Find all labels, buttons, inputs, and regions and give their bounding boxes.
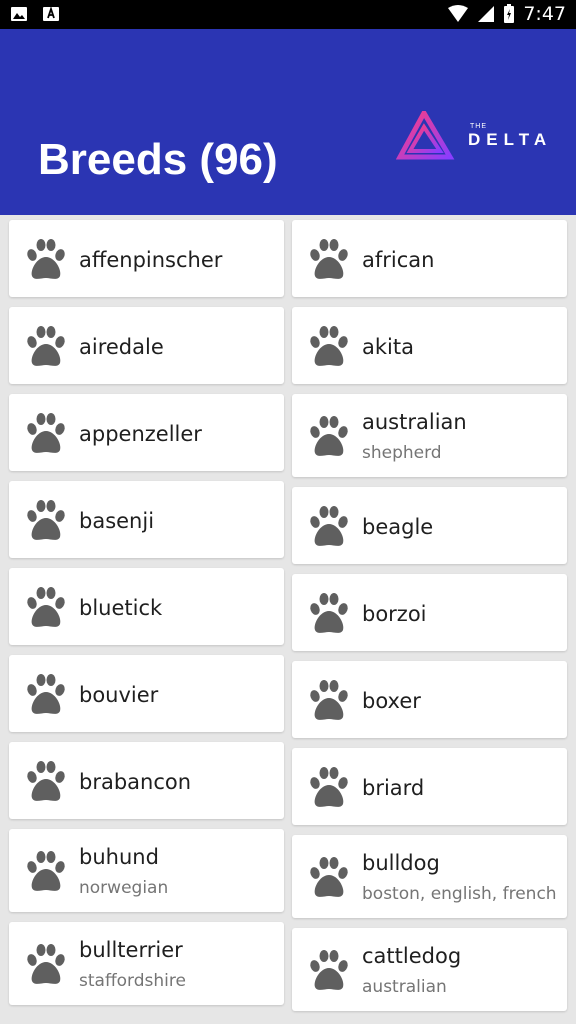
clock: 7:47	[523, 3, 566, 25]
paw-icon	[306, 947, 352, 993]
breed-card[interactable]: bulldog boston, english, french	[292, 835, 567, 918]
breed-card[interactable]: brabancon	[9, 742, 284, 819]
breed-sub-breeds: norwegian	[79, 878, 169, 898]
logo-small-text: THE	[470, 123, 487, 130]
breed-name: briard	[362, 775, 425, 800]
status-bar: 7:47	[0, 0, 576, 29]
breed-card[interactable]: affenpinscher	[9, 220, 284, 297]
breed-card[interactable]: akita	[292, 307, 567, 384]
text-notification-icon	[43, 6, 59, 21]
breed-name: bulldog	[362, 851, 440, 875]
paw-icon	[306, 236, 352, 282]
breed-sub-breeds: staffordshire	[79, 971, 186, 991]
paw-icon	[306, 413, 352, 459]
paw-icon	[23, 671, 69, 717]
breed-card[interactable]: basenji	[9, 481, 284, 558]
system-icons: 7:47	[447, 3, 566, 25]
breed-name: affenpinscher	[79, 247, 223, 272]
breed-name: airedale	[79, 334, 164, 359]
logo-text: DELTA	[468, 130, 553, 149]
paw-icon	[23, 236, 69, 282]
paw-icon	[23, 323, 69, 369]
signal-icon	[478, 6, 495, 22]
breed-card[interactable]: beagle	[292, 487, 567, 564]
app-header: THE DELTA Breeds (96)	[0, 29, 576, 215]
paw-icon	[23, 758, 69, 804]
breed-name: australian	[362, 410, 467, 434]
page-title: Breeds (96)	[38, 135, 278, 184]
breed-card[interactable]: buhund norwegian	[9, 829, 284, 912]
paw-icon	[306, 503, 352, 549]
breed-column-right: african akita australian shepherd beagle borz…	[292, 220, 567, 1021]
image-notification-icon	[11, 7, 27, 21]
paw-icon	[23, 584, 69, 630]
paw-icon	[23, 941, 69, 987]
breed-card[interactable]: bullterrier staffordshire	[9, 922, 284, 1005]
breed-sub-breeds: shepherd	[362, 443, 442, 463]
delta-logo-icon	[396, 111, 455, 160]
breed-name: cattledog	[362, 944, 462, 968]
wifi-icon	[448, 5, 469, 22]
battery-charging-icon	[504, 4, 515, 23]
breed-sub-breeds: boston, english, french	[362, 884, 557, 904]
breed-card[interactable]: appenzeller	[9, 394, 284, 471]
paw-icon	[23, 410, 69, 456]
breed-card[interactable]: african	[292, 220, 567, 297]
breed-name: borzoi	[362, 601, 427, 626]
breed-column-left: affenpinscher airedale appenzeller basenji b…	[9, 220, 284, 1015]
breed-card[interactable]: cattledog australian	[292, 928, 567, 1011]
breed-sub-breeds: australian	[362, 977, 447, 997]
breed-grid: affenpinscher airedale appenzeller basenji b…	[0, 215, 576, 1024]
breed-name: boxer	[362, 688, 421, 713]
breed-name: brabancon	[79, 769, 192, 794]
breed-name: basenji	[79, 508, 155, 533]
delta-logo: THE DELTA	[396, 111, 556, 161]
notification-icons	[10, 5, 60, 23]
breed-name: african	[362, 247, 435, 272]
breed-name: akita	[362, 334, 414, 359]
breed-card[interactable]: borzoi	[292, 574, 567, 651]
paw-icon	[306, 323, 352, 369]
paw-icon	[23, 497, 69, 543]
paw-icon	[306, 590, 352, 636]
breed-name: bullterrier	[79, 938, 183, 962]
breed-name: appenzeller	[79, 421, 202, 446]
breed-card[interactable]: australian shepherd	[292, 394, 567, 477]
breed-card[interactable]: bouvier	[9, 655, 284, 732]
paw-icon	[23, 848, 69, 894]
breed-name: bouvier	[79, 682, 159, 707]
breed-name: buhund	[79, 845, 159, 869]
paw-icon	[306, 854, 352, 900]
breed-card[interactable]: boxer	[292, 661, 567, 738]
breed-card[interactable]: airedale	[9, 307, 284, 384]
breed-name: bluetick	[79, 595, 163, 620]
breed-name: beagle	[362, 514, 434, 539]
breed-card[interactable]: briard	[292, 748, 567, 825]
paw-icon	[306, 677, 352, 723]
paw-icon	[306, 764, 352, 810]
breed-card[interactable]: bluetick	[9, 568, 284, 645]
